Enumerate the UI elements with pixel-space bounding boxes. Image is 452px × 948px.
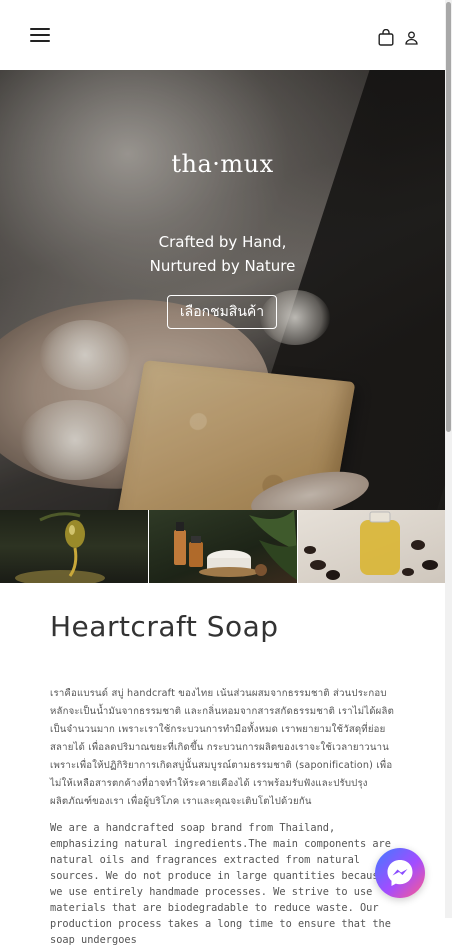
section-title: Heartcraft Soap [50, 610, 279, 643]
image-gallery [0, 510, 445, 583]
messenger-chat-button[interactable] [375, 848, 425, 898]
user-account-icon[interactable] [405, 30, 418, 45]
menu-line [30, 34, 50, 36]
shopping-bag-icon[interactable] [378, 28, 394, 46]
oil-and-seeds-image [298, 510, 445, 583]
scrollbar-thumb[interactable] [446, 2, 451, 432]
hero-tagline: Crafted by Hand, Nurtured by Nature [0, 230, 445, 278]
tagline-line-1: Crafted by Hand, [158, 233, 287, 251]
olive-oil-illustration [15, 512, 105, 583]
shopping-bag-icon-svg [378, 28, 394, 46]
menu-line [30, 40, 50, 42]
messenger-icon [387, 860, 413, 886]
hamburger-menu-icon[interactable] [30, 27, 50, 43]
tagline-line-2: Nurtured by Nature [149, 257, 296, 275]
cosmetic-products-image [149, 510, 297, 583]
olive-oil-image [0, 510, 148, 583]
cosmetic-products-illustration [174, 510, 297, 580]
oil-and-seeds-illustration [304, 511, 438, 580]
site-header [0, 0, 445, 70]
menu-line [30, 28, 50, 30]
about-paragraph-english: We are a handcrafted soap brand from Tha… [50, 822, 391, 946]
brand-logo: tha·mux [171, 150, 274, 178]
user-account-icon-svg [405, 31, 418, 45]
hero-banner [0, 70, 445, 510]
about-paragraph-thai: เราคือแบรนด์ สบู่ handcraft ของไทย เน้นส… [50, 688, 395, 807]
hero-overlay [0, 70, 445, 510]
shop-now-button[interactable]: เลือกชมสินค้า [167, 295, 277, 329]
